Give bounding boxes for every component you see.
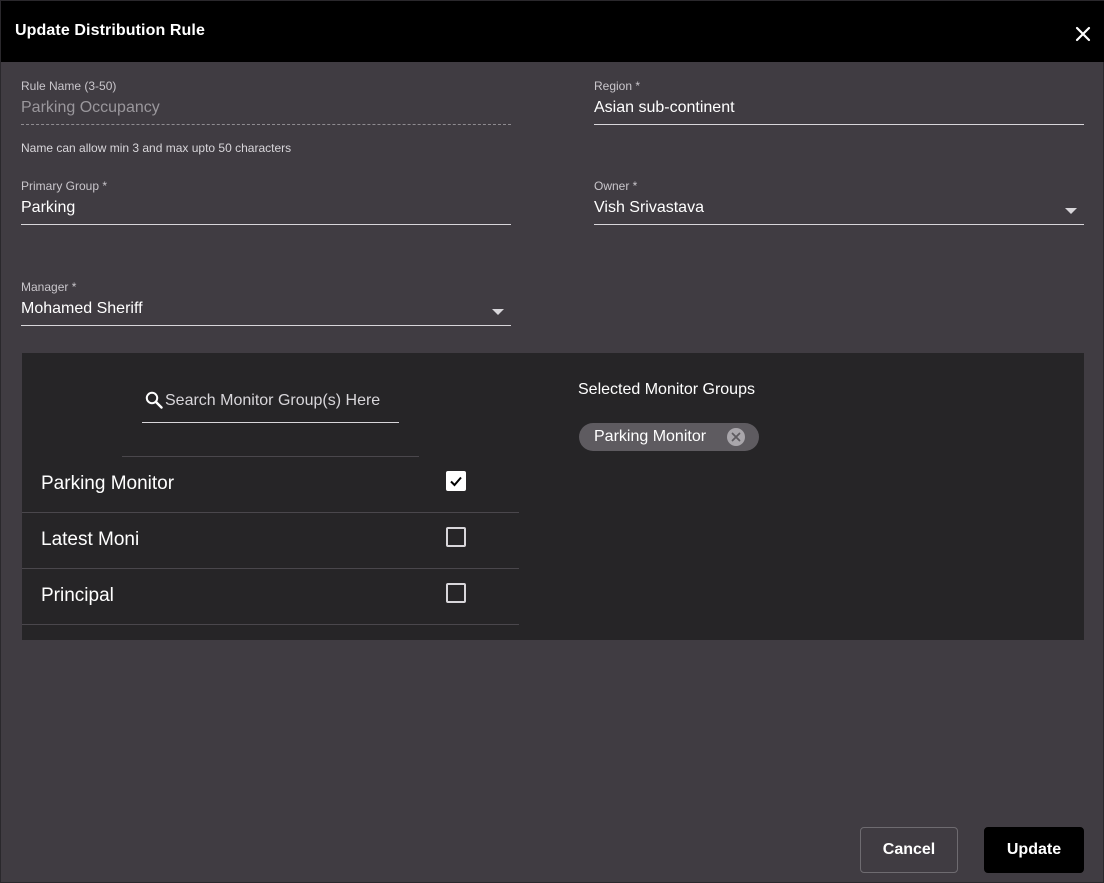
rule-name-hint: Name can allow min 3 and max upto 50 cha…: [21, 141, 292, 155]
rule-name-value: Parking Occupancy: [21, 99, 160, 116]
checkbox[interactable]: [446, 527, 466, 547]
list-item-label: Latest Moni: [41, 529, 140, 550]
monitor-groups-panel: Search Monitor Group(s) Here Parking Mon…: [22, 353, 1084, 640]
primary-group-underline: [21, 224, 511, 225]
list-item-label: Principal: [41, 585, 114, 606]
update-button[interactable]: Update: [984, 827, 1084, 873]
checkbox-checked[interactable]: [446, 471, 466, 491]
selected-group-chip: Parking Monitor: [579, 423, 759, 451]
primary-group-input[interactable]: Parking: [21, 199, 75, 217]
update-distribution-rule-dialog: Update Distribution Rule Rule Name (3-50…: [0, 0, 1104, 883]
manager-label: Manager *: [21, 280, 77, 294]
search-icon: [145, 391, 163, 409]
region-label: Region *: [594, 79, 641, 93]
owner-underline: [594, 224, 1084, 225]
rule-name-underline: [21, 124, 511, 125]
dialog-title: Update Distribution Rule: [15, 22, 205, 39]
cancel-button[interactable]: Cancel: [860, 827, 958, 873]
list-item[interactable]: Latest Moni: [22, 513, 519, 569]
list-item[interactable]: Parking Monitor: [22, 457, 519, 513]
primary-group-label: Primary Group *: [21, 179, 108, 193]
list-item[interactable]: Principal: [22, 569, 519, 625]
dropdown-caret-icon[interactable]: [492, 309, 504, 315]
manager-value[interactable]: Mohamed Sheriff: [21, 300, 143, 318]
owner-value[interactable]: Vish Srivastava: [594, 199, 704, 217]
checkbox[interactable]: [446, 583, 466, 603]
chip-label: Parking Monitor: [594, 428, 707, 445]
close-icon[interactable]: [1072, 23, 1094, 45]
remove-chip-icon[interactable]: [727, 428, 745, 446]
dialog-titlebar: Update Distribution Rule: [1, 1, 1104, 62]
selected-groups-title: Selected Monitor Groups: [578, 381, 755, 398]
search-input[interactable]: Search Monitor Group(s) Here: [165, 392, 380, 410]
dropdown-caret-icon[interactable]: [1065, 208, 1077, 214]
monitor-group-search[interactable]: Search Monitor Group(s) Here: [142, 383, 399, 423]
rule-name-label: Rule Name (3-50): [21, 79, 117, 93]
owner-label: Owner *: [594, 179, 638, 193]
manager-underline: [21, 325, 511, 326]
region-underline: [594, 124, 1084, 125]
list-item-label: Parking Monitor: [41, 473, 175, 494]
region-input[interactable]: Asian sub-continent: [594, 99, 735, 117]
monitor-group-list: Parking Monitor Latest Moni Principal: [22, 457, 519, 625]
